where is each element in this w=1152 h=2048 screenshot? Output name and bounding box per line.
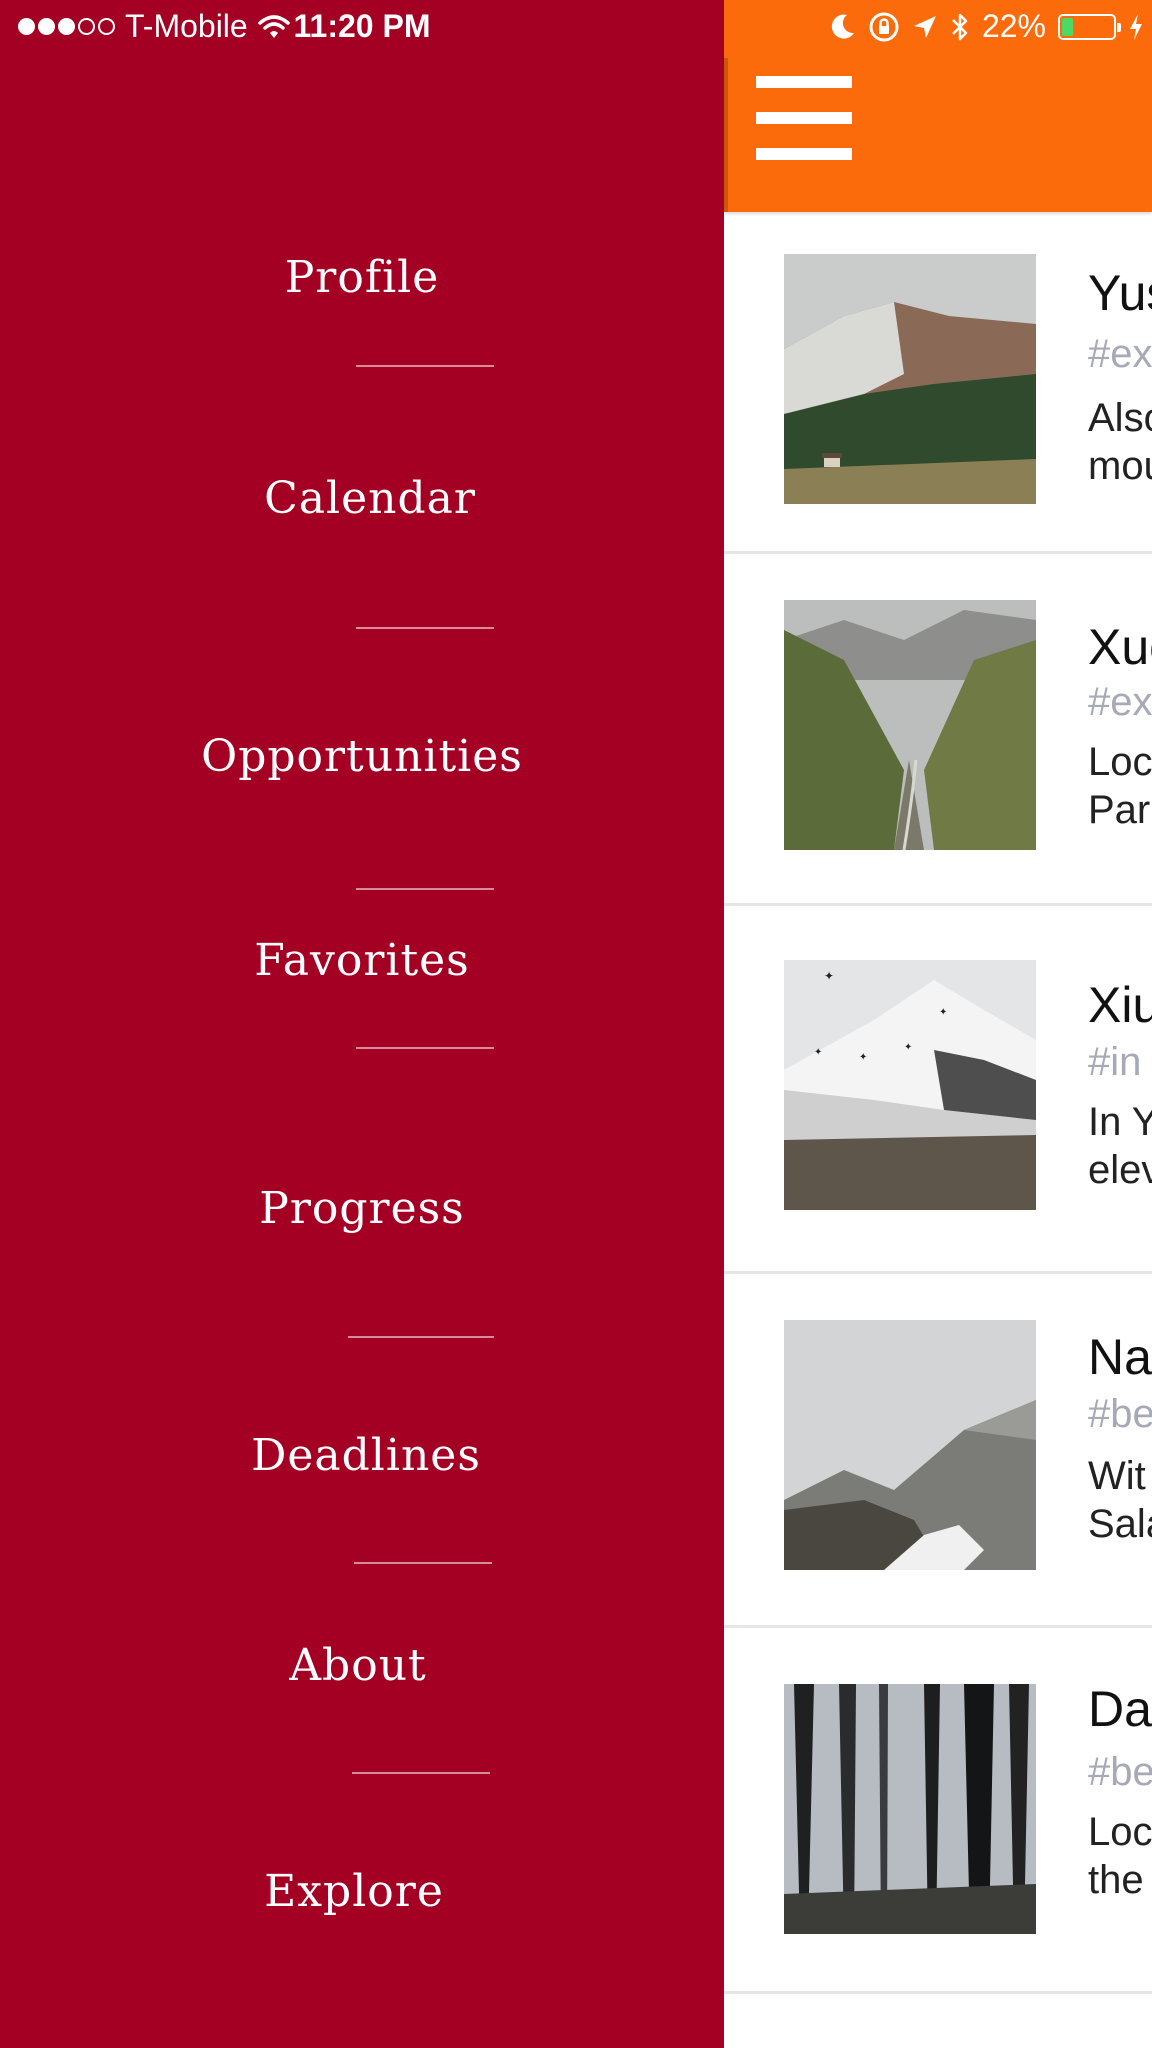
menu-divider xyxy=(356,888,494,890)
rotation-lock-icon xyxy=(869,12,899,41)
svg-text:✦: ✦ xyxy=(814,1047,822,1058)
card-title: Na xyxy=(1088,1329,1152,1385)
location-arrow-icon xyxy=(913,15,936,38)
card-desc-line: mou xyxy=(1088,444,1152,488)
menu-item-deadlines[interactable]: Deadlines xyxy=(4,1430,728,1481)
list-item[interactable]: Yus #ex Also mou xyxy=(724,212,1152,554)
menu-divider xyxy=(354,1562,492,1564)
card-title: Xiu xyxy=(1088,977,1152,1033)
misty-mountain-image xyxy=(784,1320,1036,1570)
card-tag: #be xyxy=(1088,1392,1152,1436)
hamburger-menu-icon[interactable] xyxy=(756,76,852,160)
battery-level-fill xyxy=(1062,17,1073,36)
list-item[interactable]: Xue #ex Loc Par xyxy=(724,554,1152,906)
card-title: Xue xyxy=(1088,619,1152,675)
menu-item-calendar[interactable]: Calendar xyxy=(8,473,732,524)
menu-divider xyxy=(356,627,494,629)
card-title: Yus xyxy=(1088,265,1152,321)
list-item[interactable]: ✦ ✦ ✦ ✦ ✦ Xiu #in In Y elev xyxy=(724,906,1152,1274)
main-panel: Yus #ex Also mou Xue #ex Loc Par ✦ ✦ ✦ xyxy=(724,0,1152,2048)
header-shadow xyxy=(724,58,728,212)
menu-divider xyxy=(356,365,494,367)
menu-item-favorites[interactable]: Favorites xyxy=(0,935,724,986)
card-desc-line: the xyxy=(1088,1858,1144,1902)
card-desc-line: Sala xyxy=(1088,1502,1152,1546)
card-tag: #ex xyxy=(1088,680,1152,724)
svg-text:✦: ✦ xyxy=(824,969,834,983)
mountain-hut-image xyxy=(784,254,1036,504)
card-desc-line: Par xyxy=(1088,788,1151,832)
forest-image xyxy=(784,1684,1036,1934)
svg-text:✦: ✦ xyxy=(904,1042,912,1053)
menu-divider xyxy=(352,1772,490,1774)
menu-item-opportunities[interactable]: Opportunities xyxy=(0,731,724,782)
charging-bolt-icon xyxy=(1130,13,1142,40)
svg-text:✦: ✦ xyxy=(939,1007,947,1018)
card-desc-line: In Y xyxy=(1088,1100,1152,1144)
list-item[interactable]: Na #be Wit Sala xyxy=(724,1274,1152,1628)
menu-item-progress[interactable]: Progress xyxy=(0,1183,724,1234)
snowy-peak-image: ✦ ✦ ✦ ✦ ✦ xyxy=(784,960,1036,1210)
moon-icon xyxy=(831,14,854,39)
menu-divider xyxy=(348,1336,494,1338)
menu-item-profile[interactable]: Profile xyxy=(0,252,724,303)
card-desc-line: elev xyxy=(1088,1148,1152,1192)
status-time: 11:20 PM xyxy=(293,8,431,44)
side-menu: Profile Calendar Opportunities Favorites… xyxy=(0,0,724,2048)
menu-item-explore[interactable]: Explore xyxy=(0,1866,716,1917)
card-desc-line: Loc xyxy=(1088,740,1152,784)
card-title: Da xyxy=(1088,1681,1152,1737)
svg-text:✦: ✦ xyxy=(859,1052,867,1063)
bluetooth-icon xyxy=(952,13,968,40)
battery-icon xyxy=(1058,13,1121,40)
status-bar: T-Mobile 11:20 PM 22% xyxy=(0,0,1152,58)
card-desc-line: Wit xyxy=(1088,1454,1146,1498)
list-item[interactable]: Da #be Loc the xyxy=(724,1628,1152,1994)
mountain-valley-image xyxy=(784,600,1036,850)
card-desc-line: Loc xyxy=(1088,1810,1152,1854)
card-tag: #ex xyxy=(1088,332,1152,376)
menu-divider xyxy=(356,1047,494,1049)
status-right: 22% xyxy=(830,8,1144,45)
card-tag: #in xyxy=(1088,1040,1142,1084)
battery-percent: 22% xyxy=(981,8,1046,44)
card-tag: #be xyxy=(1088,1750,1152,1794)
card-desc-line: Also xyxy=(1088,396,1152,440)
menu-item-about[interactable]: About xyxy=(0,1640,720,1691)
